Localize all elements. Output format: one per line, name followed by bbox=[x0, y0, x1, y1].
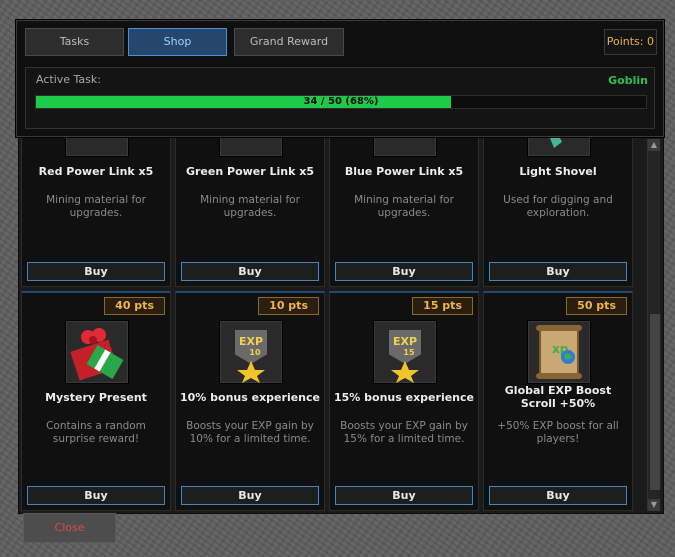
active-task-box: Active Task: Goblin 34 / 50 (68%) bbox=[25, 67, 655, 129]
item-description: Boosts your EXP gain by 10% for a limite… bbox=[186, 420, 314, 445]
scroll-down-arrow-icon[interactable]: ▼ bbox=[648, 499, 660, 511]
item-description: Mining material for upgrades. bbox=[354, 194, 454, 219]
buy-button[interactable]: Buy bbox=[489, 486, 627, 505]
item-grid: Red Power Link x5 Mining material for up… bbox=[21, 93, 637, 513]
shop-item-card: 10 pts EXP 10 10% bonus experience Boost… bbox=[175, 291, 325, 511]
present-icon bbox=[65, 320, 129, 384]
active-task-label: Active Task: bbox=[36, 73, 101, 86]
item-name: Light Shovel bbox=[519, 165, 597, 178]
shop-item-card: Light Shovel Used for digging and explor… bbox=[483, 93, 633, 287]
item-name: 15% bonus experience bbox=[334, 391, 474, 404]
exp-15-badge-icon: EXP 15 bbox=[373, 320, 437, 384]
shop-item-card: Green Power Link x5 Mining material for … bbox=[175, 93, 325, 287]
buy-button[interactable]: Buy bbox=[27, 486, 165, 505]
shop-item-card: Red Power Link x5 Mining material for up… bbox=[21, 93, 171, 287]
scrollbar[interactable]: ▲ ▼ bbox=[647, 139, 661, 511]
header-panel: Tasks Shop Grand Reward Points: 0 Active… bbox=[16, 20, 664, 137]
buy-button[interactable]: Buy bbox=[489, 262, 627, 281]
progress-text: 34 / 50 (68%) bbox=[303, 96, 379, 107]
item-name: Green Power Link x5 bbox=[185, 165, 315, 178]
svg-text:EXP: EXP bbox=[393, 335, 417, 348]
item-name: Blue Power Link x5 bbox=[344, 165, 464, 178]
item-description: Mining material for upgrades. bbox=[46, 194, 146, 219]
shop-window: Red Power Link x5 Mining material for up… bbox=[18, 93, 664, 514]
task-progress-bar: 34 / 50 (68%) bbox=[35, 95, 647, 109]
tab-shop[interactable]: Shop bbox=[128, 28, 227, 56]
item-name: Global EXP Boost Scroll +50% bbox=[504, 384, 612, 410]
buy-button[interactable]: Buy bbox=[181, 262, 319, 281]
price-badge: 15 pts bbox=[412, 297, 473, 315]
scroll-thumb[interactable] bbox=[649, 313, 661, 491]
buy-button[interactable]: Buy bbox=[335, 262, 473, 281]
svg-text:EXP: EXP bbox=[239, 335, 263, 348]
scroll-up-arrow-icon[interactable]: ▲ bbox=[648, 139, 660, 151]
item-name: Red Power Link x5 bbox=[38, 165, 154, 178]
tab-tasks[interactable]: Tasks bbox=[25, 28, 124, 56]
price-badge: 40 pts bbox=[104, 297, 165, 315]
exp-10-badge-icon: EXP 10 bbox=[219, 320, 283, 384]
tab-grand-reward[interactable]: Grand Reward bbox=[234, 28, 344, 56]
svg-text:10: 10 bbox=[249, 348, 261, 357]
buy-button[interactable]: Buy bbox=[27, 262, 165, 281]
points-display: Points: 0 bbox=[603, 29, 657, 55]
close-button[interactable]: Close bbox=[23, 513, 116, 543]
buy-button[interactable]: Buy bbox=[181, 486, 319, 505]
price-badge: 10 pts bbox=[258, 297, 319, 315]
item-description: Contains a random surprise reward! bbox=[46, 420, 146, 445]
item-description: +50% EXP boost for all players! bbox=[497, 420, 619, 445]
task-monster-name: Goblin bbox=[608, 74, 648, 87]
item-description: Used for digging and exploration. bbox=[503, 194, 613, 219]
exp-scroll-icon: xp bbox=[527, 320, 591, 384]
svg-text:15: 15 bbox=[403, 348, 415, 357]
shop-item-card: 40 pts Mystery Present Contains a random… bbox=[21, 291, 171, 511]
shop-item-card: 50 pts xp Global EXP Boost Scroll +50% +… bbox=[483, 291, 633, 511]
shop-item-card: Blue Power Link x5 Mining material for u… bbox=[329, 93, 479, 287]
item-name: Mystery Present bbox=[45, 391, 147, 404]
buy-button[interactable]: Buy bbox=[335, 486, 473, 505]
price-badge: 50 pts bbox=[566, 297, 627, 315]
item-description: Mining material for upgrades. bbox=[200, 194, 300, 219]
item-description: Boosts your EXP gain by 15% for a limite… bbox=[340, 420, 468, 445]
shop-item-card: 15 pts EXP 15 15% bonus experience Boost… bbox=[329, 291, 479, 511]
item-name: 10% bonus experience bbox=[180, 391, 320, 404]
